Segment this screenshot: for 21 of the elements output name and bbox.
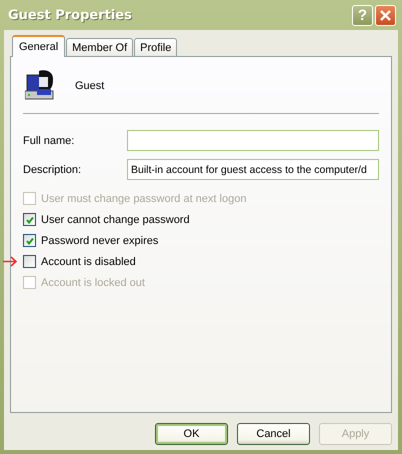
checkbox[interactable] [23, 234, 36, 247]
tab[interactable]: Profile [134, 38, 178, 56]
tab[interactable]: Member Of [66, 38, 134, 56]
checkbox[interactable] [23, 255, 36, 268]
checkbox[interactable] [23, 213, 36, 226]
checkbox-label[interactable]: Account is disabled [41, 256, 136, 268]
input-field[interactable]: Built-in account for guest access to the computer/d [127, 159, 379, 180]
close-icon [379, 8, 392, 22]
input-field[interactable] [127, 130, 379, 151]
checkbox-label[interactable]: Password never expires [41, 234, 158, 246]
user-name: Guest [75, 80, 104, 92]
field-label: Full name: [23, 134, 76, 146]
checkbox-label[interactable]: User cannot change password [41, 214, 190, 226]
tab[interactable]: General [12, 35, 66, 57]
dialog-button[interactable]: OK [155, 423, 228, 445]
field-label: Description: [23, 164, 82, 176]
check-icon [26, 236, 34, 244]
check-icon [26, 216, 34, 224]
close-button[interactable] [375, 4, 396, 26]
dialog-button[interactable]: Cancel [237, 423, 310, 445]
window-title: Guest Properties [8, 8, 133, 22]
